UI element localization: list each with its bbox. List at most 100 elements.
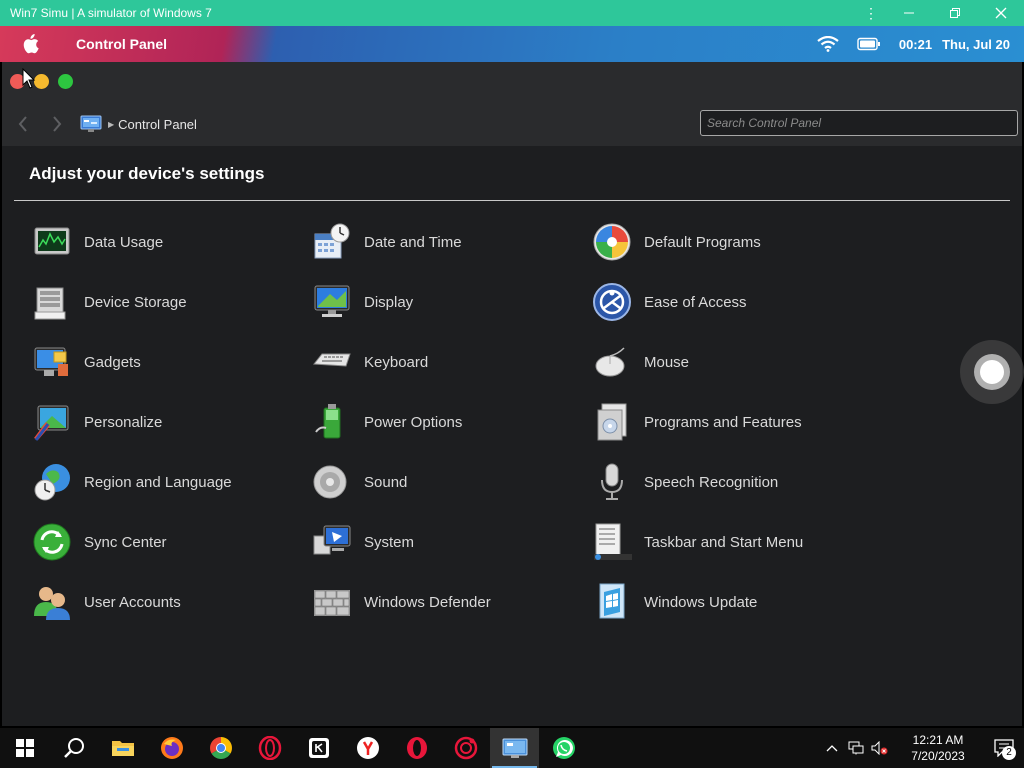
chevron-up-icon[interactable] [820,728,844,768]
taskbar-chrome[interactable] [196,728,245,768]
item-label: Sync Center [84,533,167,551]
item-speech-recognition[interactable]: Speech Recognition [592,460,852,504]
item-date-and-time[interactable]: Date and Time [312,220,572,264]
keyboard-icon [313,353,351,367]
start-button[interactable] [0,728,49,768]
system-icon [313,525,351,555]
gadgets-icon [34,347,68,376]
taskbar-clock[interactable]: 12:21 AM 7/20/2023 [898,732,978,764]
minimize-window-button[interactable] [34,74,49,89]
item-programs-and-features[interactable]: Programs and Features [592,400,852,444]
item-default-programs[interactable]: Default Programs [592,220,852,264]
chrome-icon [209,737,232,759]
item-label: Data Usage [84,233,164,251]
search-input[interactable] [700,110,1018,136]
date-time-icon [314,223,350,259]
item-windows-update[interactable]: Windows Update [592,580,852,624]
taskbar-opera-gx[interactable] [245,728,294,768]
item-region-and-language[interactable]: Region and Language [32,460,292,504]
menu-bar: Control Panel 00:21 Thu, Jul 20 [0,26,1024,62]
win7-simu-icon [502,738,527,758]
device-storage-icon [34,287,66,320]
menubar-date: Thu, Jul 20 [942,36,1010,52]
maximize-window-button[interactable] [58,74,73,89]
breadcrumb[interactable]: Control Panel [118,117,197,132]
more-options-icon[interactable]: ⋮ [856,0,886,26]
taskbar-win7-simu[interactable] [490,728,539,768]
back-button[interactable] [12,113,34,135]
active-app-title[interactable]: Control Panel [60,36,167,52]
restore-icon [950,8,960,18]
window-controls [10,74,73,89]
item-keyboard[interactable]: Keyboard [312,340,572,384]
forward-button[interactable] [46,113,68,135]
item-data-usage[interactable]: Data Usage [32,220,292,264]
minimize-icon [904,12,914,14]
item-display[interactable]: Display [312,280,572,324]
item-label: Taskbar and Start Menu [644,533,804,551]
battery-icon[interactable] [857,37,881,51]
item-user-accounts[interactable]: User Accounts [32,580,292,624]
taskbar-search-button[interactable] [49,728,98,768]
item-label: Mouse [644,353,690,371]
item-mouse[interactable]: Mouse [592,340,852,384]
item-label: Region and Language [84,473,232,491]
taskbar-whatsapp[interactable] [539,728,588,768]
volume-muted-icon[interactable] [868,728,892,768]
taskbar-file-explorer[interactable] [98,728,147,768]
item-windows-defender[interactable]: Windows Defender [312,580,572,624]
close-button[interactable] [978,0,1024,26]
taskbar-opera[interactable] [392,728,441,768]
item-sound[interactable]: Sound [312,460,572,504]
emulator-title-bar: Win7 Simu | A simulator of Windows 7 ⋮ [0,0,1024,26]
item-label: System [364,533,415,551]
item-personalize[interactable]: Personalize [32,400,292,444]
item-ease-of-access[interactable]: Ease of Access [592,280,852,324]
item-label: Date and Time [364,233,462,251]
item-gadgets[interactable]: Gadgets [32,340,292,384]
item-system[interactable]: System [312,520,572,564]
item-label: Keyboard [364,353,429,371]
restore-button[interactable] [932,0,978,26]
assistive-touch-button[interactable] [960,340,1024,404]
minimize-button[interactable] [886,0,932,26]
item-label: Sound [364,473,408,491]
opera-icon [406,737,427,759]
opera-gx-icon [258,736,281,760]
wifi-icon[interactable] [817,36,839,52]
cursor-icon [22,68,36,89]
taskbar-app[interactable] [294,728,343,768]
item-label: Windows Update [644,593,758,611]
region-language-icon [34,464,70,501]
firefox-icon [160,737,183,759]
user-accounts-icon [34,587,70,620]
windows-defender-icon [314,590,350,616]
apple-icon[interactable] [0,26,60,62]
item-label: Device Storage [84,293,187,311]
clock-time: 12:21 AM [912,733,964,747]
power-options-icon [315,404,341,439]
menubar-time: 00:21 [898,36,933,52]
item-device-storage[interactable]: Device Storage [32,280,292,324]
taskbar-start-menu-icon [594,523,632,560]
notification-center-button[interactable]: 2 [984,728,1024,768]
item-power-options[interactable]: Power Options [312,400,572,444]
item-taskbar-and-start-menu[interactable]: Taskbar and Start Menu [592,520,852,564]
whatsapp-icon [552,737,575,759]
notification-badge: 2 [1002,746,1016,760]
taskbar-yandex[interactable] [343,728,392,768]
close-icon [995,7,1007,19]
item-label: Windows Defender [364,593,491,611]
item-sync-center[interactable]: Sync Center [32,520,292,564]
item-label: Speech Recognition [644,473,779,491]
chevron-right-icon [53,116,62,132]
default-programs-icon [593,223,631,261]
mouse-icon [595,347,625,377]
item-label: Display [364,293,414,311]
network-icon[interactable] [844,728,868,768]
taskbar-firefox[interactable] [147,728,196,768]
taskbar-camera-app[interactable] [441,728,490,768]
breadcrumb-separator-icon: ▶ [108,119,115,129]
speech-recognition-icon [601,463,623,500]
display-icon [314,285,350,317]
